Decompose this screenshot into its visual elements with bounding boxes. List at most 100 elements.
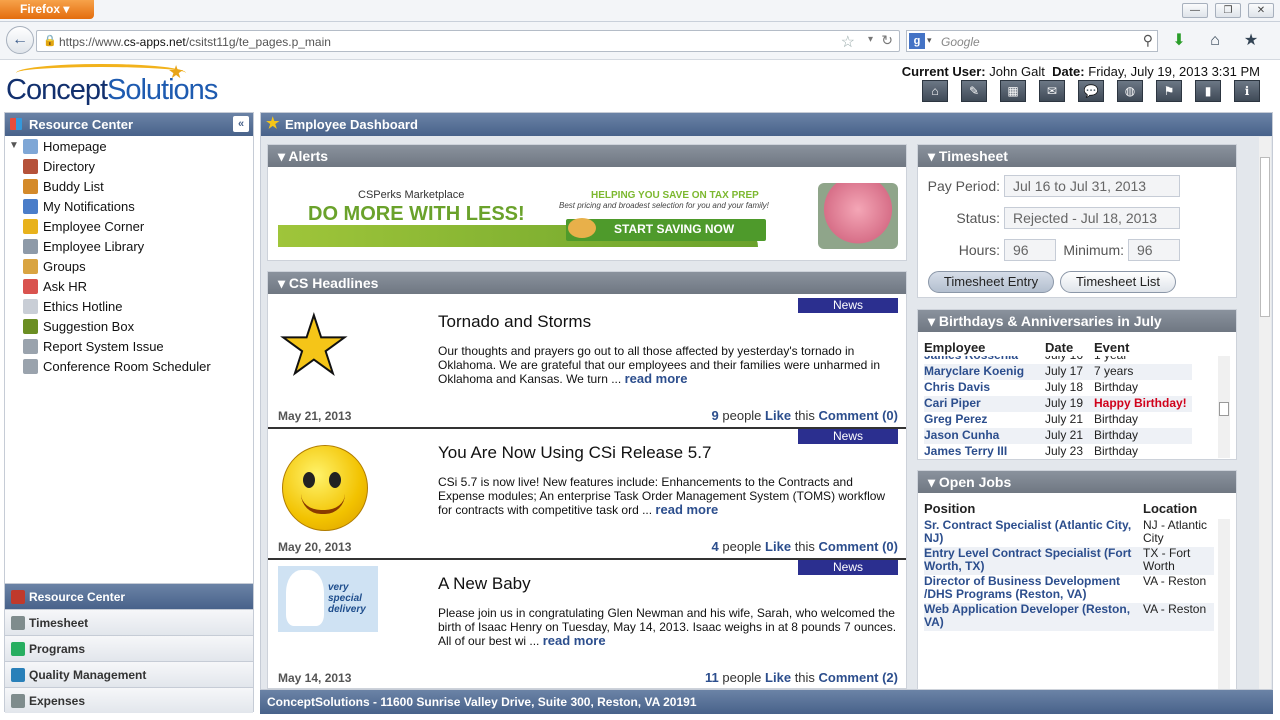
minimize-button[interactable]: — <box>1182 3 1208 18</box>
news-title[interactable]: A New Baby <box>438 574 531 594</box>
home-tool-icon[interactable]: ⌂ <box>922 80 948 102</box>
read-more-link[interactable]: read more <box>625 371 688 386</box>
pay-period-field: Jul 16 to Jul 31, 2013 <box>1004 175 1180 197</box>
comment-link[interactable]: Comment (2) <box>819 670 898 685</box>
employee-link[interactable]: Cari Piper <box>924 396 981 410</box>
google-icon[interactable]: g <box>909 33 925 49</box>
timesheet-list-button[interactable]: Timesheet List <box>1060 271 1176 293</box>
news-title[interactable]: You Are Now Using CSi Release 5.7 <box>438 443 711 463</box>
chat-icon[interactable]: 💬 <box>1078 80 1104 102</box>
dashboard-scroll-thumb[interactable] <box>1260 157 1270 317</box>
job-position-link[interactable]: Entry Level Contract Specialist (Fort Wo… <box>924 547 1134 573</box>
employee-link[interactable]: Greg Perez <box>924 412 987 426</box>
headlines-header[interactable]: ▾ CS Headlines <box>268 272 906 294</box>
search-engine-dropdown-icon[interactable]: ▾ <box>927 35 932 46</box>
accordion-expenses[interactable]: Expenses <box>5 687 253 713</box>
reload-icon[interactable]: ↻ <box>881 32 893 49</box>
maximize-button[interactable]: ❐ <box>1215 3 1241 18</box>
read-more-link[interactable]: read more <box>655 502 718 517</box>
sidebar-item-employee-library[interactable]: Employee Library <box>23 237 253 257</box>
birthdays-panel: ▾ Birthdays & Anniversaries in July Empl… <box>917 309 1237 460</box>
dropdown-arrow-icon[interactable]: ▾ <box>868 34 873 45</box>
alerts-tool-icon[interactable]: ⚑ <box>1156 80 1182 102</box>
globe-tool-icon[interactable]: ◍ <box>1117 80 1143 102</box>
job-row: Director of Business Development /DHS Pr… <box>924 574 1207 601</box>
footer: ConceptSolutions - 11600 Sunrise Valley … <box>260 690 1273 714</box>
alerts-header[interactable]: ▾ Alerts <box>268 145 906 167</box>
sidebar-header: Resource Center « <box>5 113 253 136</box>
firefox-menu-button[interactable]: Firefox ▾ <box>0 0 94 19</box>
status-field: Rejected - Jul 18, 2013 <box>1004 207 1180 229</box>
news-title[interactable]: Tornado and Storms <box>438 312 591 332</box>
job-position-link[interactable]: Sr. Contract Specialist (Atlantic City, … <box>924 519 1134 545</box>
birthdays-list: James RosseniaJuly 161 yearMaryclare Koe… <box>918 356 1212 459</box>
sidebar-item-buddy-list[interactable]: Buddy List <box>23 177 253 197</box>
accordion-resource-center[interactable]: Resource Center <box>5 583 253 609</box>
collapse-sidebar-icon[interactable]: « <box>233 116 249 132</box>
accordion-timesheet[interactable]: Timesheet <box>5 609 253 635</box>
sidebar-item-groups[interactable]: Groups <box>23 257 253 277</box>
accordion-quality-management[interactable]: Quality Management <box>5 661 253 687</box>
news-like-bar: 4 people Like this Comment (0) <box>711 539 898 554</box>
url-bar[interactable]: 🔒 https://www.cs-apps.net/csitst11g/te_p… <box>36 30 900 52</box>
search-input[interactable]: g ▾ Google ⚲ <box>906 30 1158 52</box>
birthday-row: Cari Piper July 19 Happy Birthday! <box>924 396 1192 412</box>
like-link[interactable]: Like <box>765 670 791 685</box>
report-icon <box>23 339 38 354</box>
sidebar-item-suggestion-box[interactable]: Suggestion Box <box>23 317 253 337</box>
back-button[interactable]: ← <box>6 26 34 54</box>
sidebar-item-homepage[interactable]: Homepage <box>23 137 253 157</box>
search-icon[interactable]: ⚲ <box>1143 32 1153 49</box>
like-link[interactable]: Like <box>765 408 791 423</box>
employee-link[interactable]: Maryclare Koenig <box>924 364 1024 378</box>
info-icon[interactable]: ℹ <box>1234 80 1260 102</box>
employee-link[interactable]: James Rossenia <box>924 356 1018 362</box>
sidebar-item-conference-room-scheduler[interactable]: Conference Room Scheduler <box>23 357 253 377</box>
sidebar-item-label: Employee Corner <box>43 219 145 234</box>
bookmarks-menu-icon[interactable]: ★ <box>1240 30 1262 52</box>
sidebar-item-my-notifications[interactable]: My Notifications <box>23 197 253 217</box>
quality-management-icon <box>11 668 25 682</box>
sidebar-item-report-system-issue[interactable]: Report System Issue <box>23 337 253 357</box>
birthdays-header[interactable]: ▾ Birthdays & Anniversaries in July <box>918 310 1236 332</box>
job-position-link[interactable]: Web Application Developer (Reston, VA) <box>924 603 1134 629</box>
conceptsolutions-logo[interactable]: ★ ConceptSolutions <box>6 62 236 108</box>
ask-hr-icon <box>23 279 38 294</box>
calendar-tool-icon[interactable]: ▦ <box>1000 80 1026 102</box>
download-icon[interactable]: ⬇ <box>1168 30 1190 52</box>
csperks-banner[interactable]: CSPerks Marketplace DO MORE WITH LESS! H… <box>278 181 898 249</box>
close-window-button[interactable]: ✕ <box>1248 3 1274 18</box>
employee-link[interactable]: Chris Davis <box>924 380 990 394</box>
bookmark-star-icon[interactable]: ☆ <box>841 32 855 52</box>
sidebar-item-employee-corner[interactable]: Employee Corner <box>23 217 253 237</box>
read-more-link[interactable]: read more <box>543 633 606 648</box>
birthdays-scrollbar[interactable] <box>1218 356 1230 458</box>
sidebar-item-ethics-hotline[interactable]: Ethics Hotline <box>23 297 253 317</box>
sidebar-item-label: Suggestion Box <box>43 319 135 334</box>
employee-link[interactable]: Jason Cunha <box>924 428 999 442</box>
timesheet-entry-button[interactable]: Timesheet Entry <box>928 271 1054 293</box>
mail-icon[interactable]: ✉ <box>1039 80 1065 102</box>
sidebar-item-ask-hr[interactable]: Ask HR <box>23 277 253 297</box>
sidebar-accordion: Resource Center Timesheet Programs Quality … <box>5 583 253 713</box>
birthdays-scroll-thumb[interactable] <box>1219 402 1229 416</box>
jobs-scrollbar[interactable] <box>1218 519 1230 689</box>
news-like-bar: 9 people Like this Comment (0) <box>711 408 898 423</box>
accordion-programs[interactable]: Programs <box>5 635 253 661</box>
employee-link[interactable]: James Terry III <box>924 444 1007 458</box>
open-jobs-panel: ▾ Open Jobs Position Location Sr. Contra… <box>917 470 1237 690</box>
start-saving-button[interactable]: START SAVING NOW <box>566 219 766 241</box>
open-jobs-header[interactable]: ▾ Open Jobs <box>918 471 1236 493</box>
tools-icon[interactable]: ✎ <box>961 80 987 102</box>
comment-link[interactable]: Comment (0) <box>819 408 898 423</box>
comment-link[interactable]: Comment (0) <box>819 539 898 554</box>
timesheet-header[interactable]: ▾ Timesheet <box>918 145 1236 167</box>
expand-homepage-icon[interactable]: ▼ <box>9 140 19 151</box>
job-position-link[interactable]: Director of Business Development /DHS Pr… <box>924 575 1134 601</box>
dashboard-scrollbar[interactable] <box>1259 137 1271 689</box>
reports-tool-icon[interactable]: ▮ <box>1195 80 1221 102</box>
like-link[interactable]: Like <box>765 539 791 554</box>
groups-folder-icon <box>23 259 38 274</box>
home-icon[interactable]: ⌂ <box>1204 30 1226 52</box>
sidebar-item-directory[interactable]: Directory <box>23 157 253 177</box>
